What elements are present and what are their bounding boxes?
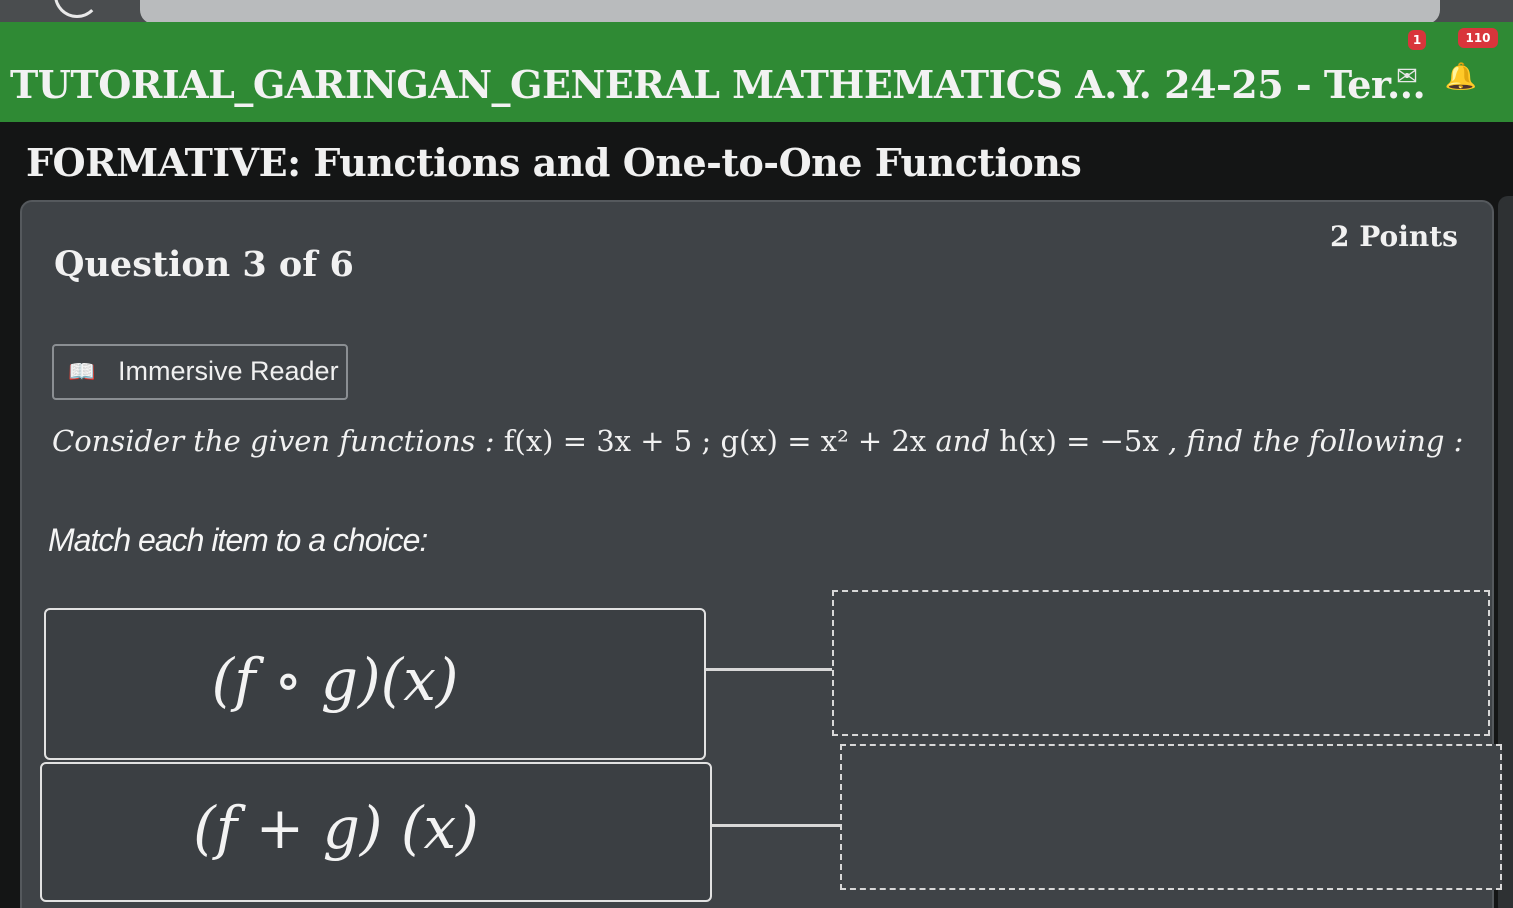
messages-badge: 1 [1408,30,1426,50]
address-bar[interactable] [140,0,1440,24]
and-word: and [935,424,991,458]
back-arrow-icon[interactable] [54,0,100,18]
drop-zone-2[interactable] [840,744,1502,890]
match-item-label: (f ∘ g)(x) [211,646,459,714]
notifications-badge: 110 [1458,28,1498,48]
page: TUTORIAL_GARINGAN_GENERAL MATHEMATICS A.… [0,0,1513,908]
match-item-2[interactable]: (f + g) (x) [40,762,712,902]
points-label: 2 Points [1330,220,1458,253]
bell-icon[interactable]: 🔔 [1444,62,1478,92]
drop-zone-1[interactable] [832,590,1490,736]
inbox-icon[interactable]: ✉ [1390,62,1424,92]
app-header: TUTORIAL_GARINGAN_GENERAL MATHEMATICS A.… [0,22,1513,122]
match-connector-2 [712,824,840,827]
match-instruction: Match each item to a choice: [48,522,428,558]
g-definition: g(x) = x² + 2x [720,424,927,458]
f-definition: f(x) = 3x + 5 [503,424,693,458]
question-number: Question 3 of 6 [54,244,354,285]
h-definition: h(x) = −5x [999,424,1159,458]
immersive-reader-icon: 📖 [68,360,96,385]
assignment-title: TUTORIAL_GARINGAN_GENERAL MATHEMATICS A.… [10,62,1426,107]
browser-top-strip [0,0,1513,24]
match-item-label: (f + g) (x) [193,794,479,862]
prompt-lead: Consider the given functions : [52,424,495,458]
page-title: FORMATIVE: Functions and One-to-One Func… [26,140,1082,185]
immersive-reader-button[interactable]: 📖 Immersive Reader [52,344,348,400]
prompt-tail: , find the following : [1167,424,1464,458]
immersive-reader-label: Immersive Reader [118,356,339,386]
match-item-1[interactable]: (f ∘ g)(x) [44,608,706,760]
match-connector-1 [706,668,834,671]
separator: ; [701,424,712,458]
question-prompt: Consider the given functions : f(x) = 3x… [52,424,1463,458]
